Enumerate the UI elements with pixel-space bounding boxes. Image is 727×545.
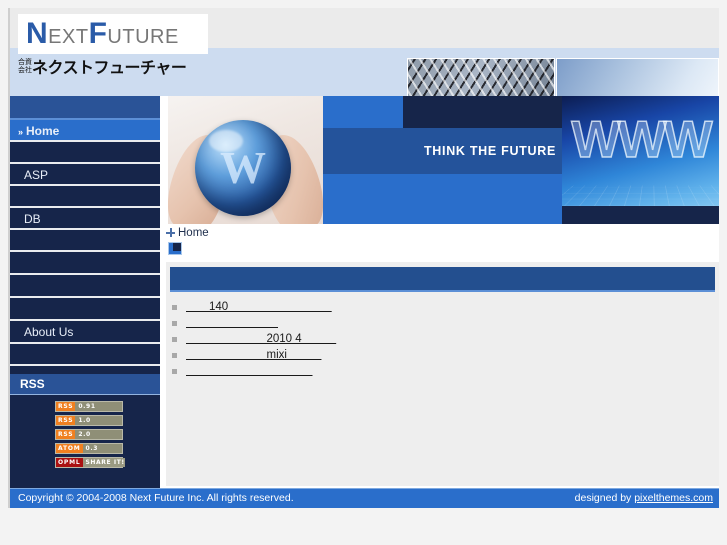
breadcrumb: Home <box>160 224 719 242</box>
bullet-icon <box>172 305 177 310</box>
sidebar-item-db[interactable]: DB <box>10 208 160 230</box>
sidebar-item-home[interactable]: » Home <box>10 120 160 142</box>
sidebar-item-3[interactable] <box>10 186 160 208</box>
banner-slogan-text: THINK THE FUTURE <box>423 144 556 158</box>
bullet-icon <box>172 337 177 342</box>
rss-badge-value: 2.0 <box>75 430 122 439</box>
chevron-right-icon: » <box>18 127 23 137</box>
bullet-icon <box>172 321 177 326</box>
rss-badge-value: 0.91 <box>75 402 122 411</box>
content-column: W THINK THE FUTURE WWW Home 140 2010 4 m… <box>160 96 719 488</box>
broken-image-row <box>160 242 719 262</box>
sidebar-item-8[interactable] <box>10 298 160 321</box>
designer-link[interactable]: pixelthemes.com <box>634 492 713 504</box>
atom-badge-value: 0.3 <box>82 444 122 453</box>
list-item: 2010 4 <box>166 330 719 346</box>
sidebar-item-label: ASP <box>24 168 49 182</box>
banner-www-text: WWW <box>571 110 714 170</box>
atom-badge-tag: ATOM <box>56 444 83 453</box>
sidebar-item-6[interactable] <box>10 252 160 275</box>
sidebar-item-asp[interactable]: ASP <box>10 164 160 186</box>
logo-japanese-name: 合資 会社 ネクストフューチャー <box>18 54 208 77</box>
rss-badge-tag: RSS <box>56 430 76 439</box>
rss-badge-2-0[interactable]: RSS 2.0 <box>55 429 123 440</box>
opml-badge-tag: OPML <box>56 458 83 467</box>
copyright-text: Copyright © 2004-2008 Next Future Inc. A… <box>18 492 294 504</box>
rss-section-body: RSS 0.91 RSS 1.0 RSS 2.0 ATOM 0.3 OPML S… <box>10 395 160 483</box>
sidebar: » Home ASP DB About Us RSS RSS 0.91 RSS … <box>10 96 160 488</box>
news-link[interactable] <box>186 316 278 330</box>
rss-section-header: RSS <box>10 374 160 395</box>
sidebar-spacer <box>10 366 160 374</box>
nav-top-bar <box>10 96 160 120</box>
main-content-panel: 140 2010 4 mixi <box>166 262 719 486</box>
list-item: 140 <box>166 298 719 314</box>
rss-badge-list: RSS 0.91 RSS 1.0 RSS 2.0 ATOM 0.3 OPML S… <box>10 401 160 468</box>
rss-badge-tag: RSS <box>56 416 76 425</box>
banner-www-bottom-bar <box>562 206 719 224</box>
banner-www-graphic: WWW <box>562 96 719 224</box>
list-item <box>166 362 719 378</box>
banner-globe-in-hands-photo: W <box>168 96 323 224</box>
page-container: NEXTFUTURE 合資 会社 ネクストフューチャー » Home ASP DB <box>8 8 719 508</box>
rss-badge-value: 1.0 <box>75 416 122 425</box>
logo-japanese-kind-line2: 会社 <box>18 66 32 74</box>
site-logo[interactable]: NEXTFUTURE <box>18 14 208 54</box>
rss-badge-1-0[interactable]: RSS 1.0 <box>55 415 123 426</box>
list-item <box>166 314 719 330</box>
banner-globe-letter: W <box>220 142 266 193</box>
sidebar-item-about-us[interactable]: About Us <box>10 321 160 344</box>
logo-japanese-kind: 合資 会社 <box>18 58 32 74</box>
designed-by-prefix: designed by <box>574 492 635 504</box>
logo-wordmark: NEXTFUTURE <box>26 14 179 57</box>
sidebar-item-label: About Us <box>24 325 74 339</box>
opml-badge-share-it[interactable]: OPML SHARE IT! <box>55 457 125 468</box>
move-icon <box>166 228 175 237</box>
panel-header-bar <box>170 267 715 292</box>
rss-badge-tag: RSS <box>56 402 76 411</box>
news-list: 140 2010 4 mixi <box>166 298 719 378</box>
bullet-icon <box>172 353 177 358</box>
logo-future-rest: UTURE <box>107 26 179 48</box>
banner-middle-dark-block <box>403 96 562 128</box>
news-link[interactable]: mixi <box>186 348 321 362</box>
bullet-icon <box>172 369 177 374</box>
designed-by: designed by pixelthemes.com <box>575 489 713 508</box>
news-link[interactable]: 2010 4 <box>186 332 336 346</box>
logo-letter-f: F <box>88 17 108 50</box>
sidebar-item-10[interactable] <box>10 344 160 366</box>
sidebar-item-7[interactable] <box>10 275 160 298</box>
broken-image-icon <box>168 242 182 255</box>
list-item: mixi <box>166 346 719 362</box>
logo-letter-n: N <box>26 17 49 50</box>
sidebar-item-5[interactable] <box>10 230 160 252</box>
news-link[interactable]: 140 <box>186 300 332 314</box>
body-wrapper: » Home ASP DB About Us RSS RSS 0.91 RSS … <box>10 96 719 488</box>
sidebar-item-1[interactable] <box>10 142 160 164</box>
sidebar-item-label: DB <box>24 212 41 226</box>
site-footer: Copyright © 2004-2008 Next Future Inc. A… <box>10 488 719 508</box>
main-navigation: » Home ASP DB About Us <box>10 120 160 366</box>
atom-badge-0-3[interactable]: ATOM 0.3 <box>55 443 123 454</box>
logo-next-rest: EXT <box>48 26 89 48</box>
banner-globe-sphere: W <box>195 120 291 216</box>
hero-banner: W THINK THE FUTURE WWW <box>160 96 719 224</box>
banner-middle-block: THINK THE FUTURE <box>323 96 562 224</box>
news-link[interactable] <box>186 364 313 378</box>
sidebar-item-label: Home <box>26 124 60 138</box>
logo-japanese-main: ネクストフューチャー <box>32 58 187 77</box>
header-building-photo <box>407 58 555 96</box>
opml-badge-value: SHARE IT! <box>82 458 125 467</box>
site-header: NEXTFUTURE 合資 会社 ネクストフューチャー <box>10 8 719 96</box>
logo-japanese-kind-line1: 合資 <box>18 58 32 66</box>
header-sky-photo <box>556 58 719 96</box>
rss-badge-0-91[interactable]: RSS 0.91 <box>55 401 123 412</box>
breadcrumb-label[interactable]: Home <box>178 227 209 239</box>
